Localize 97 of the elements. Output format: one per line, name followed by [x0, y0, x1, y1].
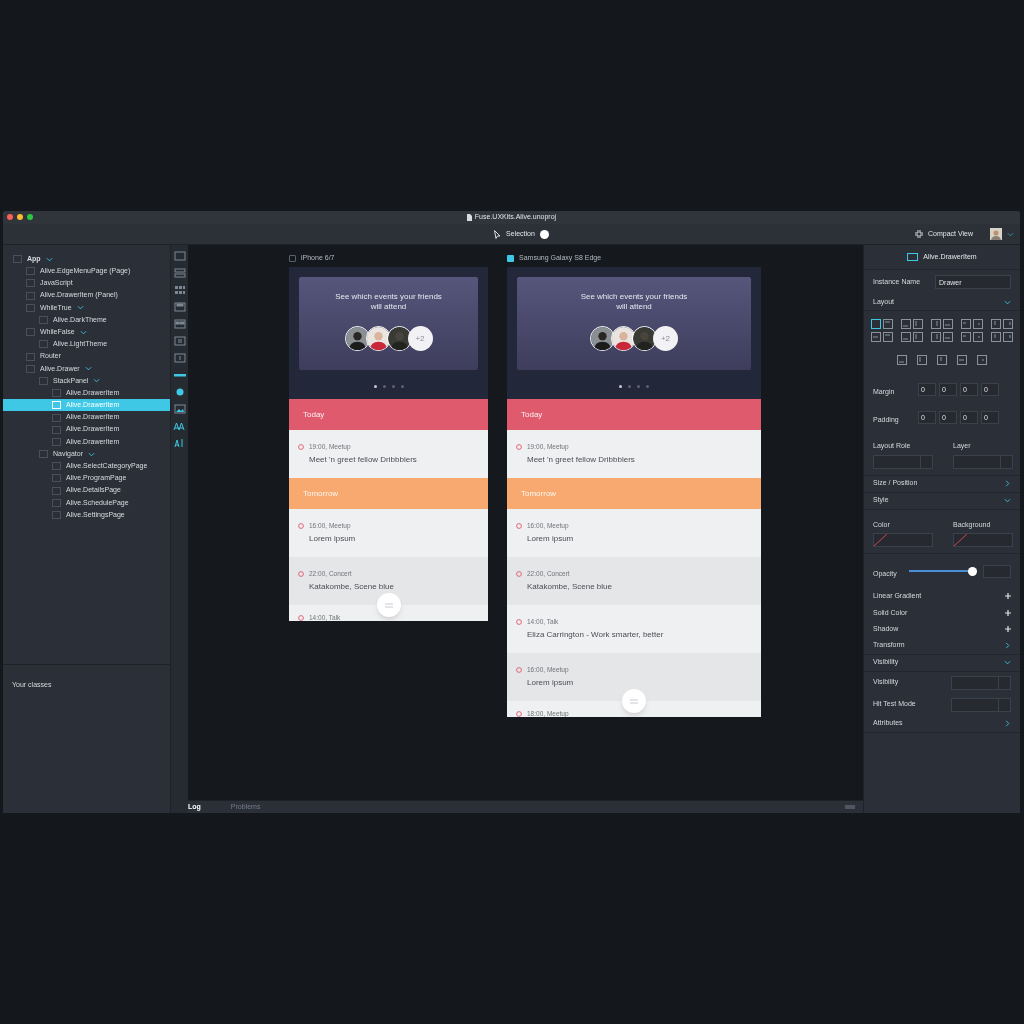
plus-icon[interactable]	[1005, 593, 1011, 600]
alignment-button[interactable]	[937, 355, 947, 365]
event-dot-icon	[516, 711, 522, 717]
dropdown-field[interactable]	[951, 697, 1011, 712]
event-title: Meet 'n greet fellow Dribbblers	[527, 455, 635, 465]
chevron-icon[interactable]	[93, 377, 101, 385]
compact-icon[interactable]	[915, 230, 923, 238]
equals-icon	[630, 698, 638, 704]
file-icon	[466, 214, 472, 221]
opacity-field[interactable]	[983, 564, 1011, 578]
alignment-button[interactable]	[871, 332, 881, 342]
device-checkbox[interactable]	[289, 255, 296, 262]
avatar	[611, 326, 636, 351]
chevron-icon[interactable]	[1004, 497, 1011, 504]
avatar	[365, 326, 391, 351]
event-dot-icon	[298, 615, 304, 621]
stack-tool-icon[interactable]	[172, 266, 187, 280]
section-title: Today	[521, 408, 543, 421]
chevron-icon[interactable]	[79, 328, 87, 336]
event-dot-icon	[516, 667, 522, 673]
event-title: Eliza Carrington - Work smarter, better	[527, 630, 664, 640]
alignment-button[interactable]	[883, 319, 893, 329]
color-field[interactable]	[953, 533, 1013, 547]
event-dot-icon	[298, 523, 304, 529]
more-count: +2	[653, 326, 678, 351]
chevron-icon[interactable]	[1004, 298, 1011, 306]
alignment-button[interactable]	[991, 332, 1001, 342]
drag-handle-icon[interactable]	[845, 805, 855, 809]
event-title: Lorem ipsum	[527, 534, 574, 544]
grid-tool-icon[interactable]	[172, 283, 187, 297]
dropdown-field[interactable]	[873, 454, 933, 469]
event-dot-icon	[516, 571, 522, 577]
event-title: Lorem ipsum	[527, 678, 574, 688]
alignment-button[interactable]	[917, 355, 927, 365]
card-text: See which events your friends will attend	[334, 292, 443, 312]
chevron-icon[interactable]	[1004, 659, 1011, 666]
event-dot-icon	[516, 444, 522, 450]
avatar	[344, 326, 370, 351]
avatar	[590, 326, 615, 351]
plus-icon[interactable]	[1005, 626, 1011, 633]
alignment-button[interactable]	[943, 319, 953, 329]
card-text: See which events your friends will attend	[579, 292, 689, 312]
color-field[interactable]	[873, 533, 933, 547]
more-count: +2	[407, 326, 433, 351]
event-title: Katakombe, Scene blue	[527, 582, 612, 592]
device-checkbox[interactable]	[507, 255, 514, 262]
event-dot-icon	[516, 523, 522, 529]
chevron-icon[interactable]	[87, 450, 95, 458]
chevron-icon[interactable]	[84, 365, 92, 373]
chevron-icon[interactable]	[1004, 720, 1011, 727]
event-dot-icon	[298, 444, 304, 450]
dropdown-field[interactable]	[953, 454, 1013, 469]
alignment-button[interactable]	[901, 319, 911, 329]
event-dot-icon	[516, 619, 522, 625]
chevron-icon[interactable]	[1004, 480, 1011, 487]
alignment-button[interactable]	[957, 355, 967, 365]
alignment-button[interactable]	[961, 319, 971, 329]
section-title: Today	[303, 408, 325, 421]
alignment-button[interactable]	[943, 332, 953, 342]
chevron-icon[interactable]	[1007, 230, 1014, 238]
element-icon	[907, 253, 919, 261]
avatar	[386, 326, 412, 351]
alignment-button[interactable]	[1003, 319, 1013, 329]
alignment-button[interactable]	[871, 319, 881, 329]
alignment-button[interactable]	[897, 355, 907, 365]
dock-tool-icon[interactable]	[172, 300, 187, 314]
event-title: Meet 'n greet fellow Dribbblers	[309, 455, 417, 465]
alignment-button[interactable]	[973, 332, 983, 342]
alignment-button[interactable]	[913, 319, 923, 329]
alignment-button[interactable]	[913, 332, 923, 342]
alignment-button[interactable]	[973, 319, 983, 329]
section-title: Tomorrow	[521, 487, 557, 500]
opacity-slider[interactable]	[908, 566, 978, 576]
avatar[interactable]	[990, 228, 1002, 240]
alignment-button[interactable]	[901, 332, 911, 342]
chevron-icon[interactable]	[76, 304, 84, 312]
event-title: Lorem ipsum	[309, 534, 356, 544]
wrap-tool-icon[interactable]	[172, 317, 187, 331]
toggle-icon[interactable]	[539, 229, 549, 239]
plus-icon[interactable]	[1005, 609, 1011, 616]
alignment-button[interactable]	[931, 319, 941, 329]
alignment-button[interactable]	[883, 332, 893, 342]
chevron-icon[interactable]	[45, 255, 53, 263]
dropdown-field[interactable]	[951, 675, 1011, 690]
image-tool-icon[interactable]	[172, 402, 187, 416]
alignment-button[interactable]	[961, 332, 971, 342]
alignment-button[interactable]	[977, 355, 987, 365]
event-dot-icon	[298, 571, 304, 577]
cursor-icon[interactable]	[494, 229, 502, 239]
alignment-button[interactable]	[1003, 332, 1013, 342]
slider-thumb[interactable]	[968, 566, 978, 576]
event-title: Katakombe, Scene blue	[309, 582, 394, 592]
alignment-button[interactable]	[991, 319, 1001, 329]
alignment-button[interactable]	[931, 332, 941, 342]
chevron-icon[interactable]	[1004, 642, 1011, 649]
equals-icon	[384, 602, 393, 608]
section-title: Tomorrow	[303, 487, 339, 500]
